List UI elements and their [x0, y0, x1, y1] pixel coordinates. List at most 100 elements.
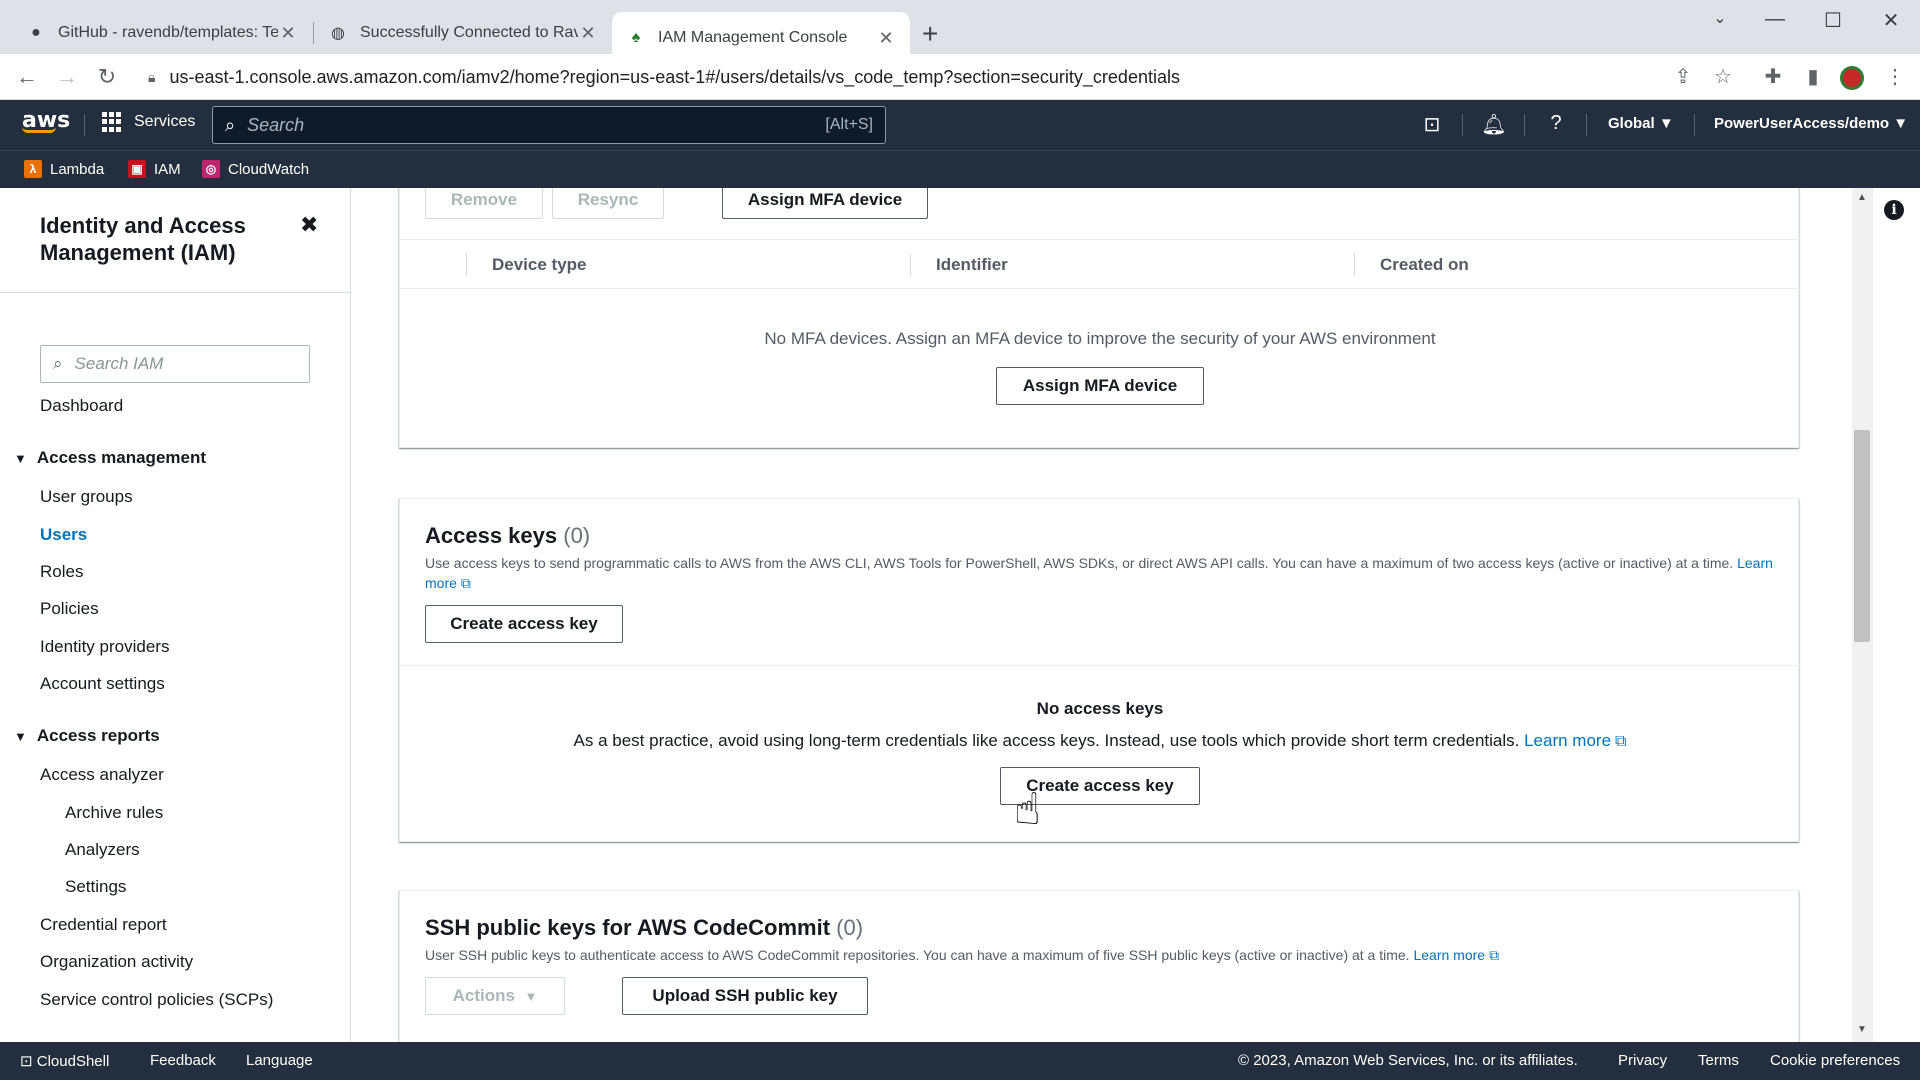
cloudshell-icon[interactable]: ⊡: [1418, 112, 1446, 137]
close-icon[interactable]: ✕: [578, 23, 598, 44]
nav-divider: [84, 114, 85, 136]
access-keys-title: Access keys: [425, 523, 558, 548]
ssh-keys-title: SSH public keys for AWS CodeCommit: [425, 915, 831, 940]
access-keys-panel: Access keys (0) Use access keys to send …: [399, 498, 1800, 842]
side-panel-icon[interactable]: ▮: [1798, 64, 1828, 89]
lock-icon: 🔒︎: [148, 68, 156, 85]
forward-icon[interactable]: →: [52, 64, 82, 90]
column-created-on[interactable]: Created on: [1380, 240, 1469, 290]
account-menu[interactable]: PowerUserAccess/demo ▼: [1714, 115, 1908, 132]
sidebar-section-access-reports[interactable]: ▼ Access reports: [14, 726, 160, 746]
globe-icon: ◍: [331, 25, 345, 42]
sidebar-item-credential-report[interactable]: Credential report: [40, 915, 167, 935]
sidebar-item-organization-activity[interactable]: Organization activity: [40, 952, 193, 972]
close-sidebar-icon[interactable]: ✖: [300, 212, 318, 238]
sidebar-item-scps[interactable]: Service control policies (SCPs): [40, 990, 273, 1010]
reload-icon[interactable]: ↻: [92, 64, 122, 90]
sidebar-item-access-analyzer[interactable]: Access analyzer: [40, 765, 164, 785]
favorite-lambda[interactable]: λ Lambda: [24, 160, 104, 178]
sidebar-section-access-management[interactable]: ▼ Access management: [14, 448, 206, 468]
browser-tab-github[interactable]: ● GitHub - ravendb/templates: Ten ✕: [12, 12, 312, 54]
new-tab-icon[interactable]: +: [922, 18, 938, 50]
footer-privacy[interactable]: Privacy: [1618, 1052, 1667, 1069]
share-icon[interactable]: ⇪: [1668, 64, 1698, 89]
scroll-up-icon[interactable]: ▲: [1854, 192, 1870, 203]
browser-tab-raven[interactable]: ◍ Successfully Connected to Raven ✕: [314, 12, 612, 54]
resync-mfa-button[interactable]: Resync: [552, 188, 664, 219]
caret-down-icon: ▼: [14, 728, 27, 744]
ssh-keys-heading: SSH public keys for AWS CodeCommit (0): [425, 915, 863, 941]
section-label: Access reports: [36, 726, 160, 745]
footer-feedback[interactable]: Feedback: [150, 1052, 216, 1069]
services-menu[interactable]: Services: [102, 112, 195, 132]
sidebar-item-policies[interactable]: Policies: [40, 599, 99, 619]
scroll-down-icon[interactable]: ▼: [1854, 1024, 1870, 1035]
scrollbar-thumb[interactable]: [1854, 430, 1870, 642]
browser-menu-icon[interactable]: ⋮: [1880, 64, 1910, 89]
column-device-type[interactable]: Device type: [492, 240, 587, 290]
footer-cookie-preferences[interactable]: Cookie preferences: [1770, 1052, 1900, 1069]
aws-logo[interactable]: aws: [22, 108, 70, 133]
info-icon[interactable]: i: [1884, 200, 1904, 220]
favorites-bar: λ Lambda ▣ IAM ◎ CloudWatch: [0, 150, 1920, 188]
sidebar-search-placeholder: Search IAM: [74, 354, 164, 373]
sidebar-item-analyzers[interactable]: Analyzers: [65, 840, 140, 860]
close-icon[interactable]: ✕: [876, 28, 896, 49]
help-icon[interactable]: ?: [1542, 112, 1570, 135]
maximize-icon[interactable]: ☐: [1813, 8, 1853, 33]
window-close-icon[interactable]: ✕: [1871, 8, 1911, 33]
sidebar-item-identity-providers[interactable]: Identity providers: [40, 637, 169, 657]
remove-mfa-button[interactable]: Remove: [425, 188, 543, 219]
footer-language[interactable]: Language: [246, 1052, 313, 1069]
sidebar-item-user-groups[interactable]: User groups: [40, 487, 133, 507]
github-icon: ●: [31, 24, 41, 41]
footer-cloudshell[interactable]: ⊡ CloudShell: [20, 1052, 109, 1070]
notifications-bell-icon[interactable]: 🔔︎: [1480, 112, 1508, 137]
extensions-icon[interactable]: ✚: [1758, 64, 1788, 89]
ssh-keys-learn-more-link[interactable]: Learn more: [1413, 947, 1485, 963]
account-label: PowerUserAccess/demo: [1714, 115, 1890, 132]
search-shortcut-hint: [Alt+S]: [825, 116, 873, 133]
aws-footer: ⊡ CloudShell Feedback Language © 2023, A…: [0, 1042, 1920, 1080]
mfa-empty-text: No MFA devices. Assign an MFA device to …: [764, 329, 1436, 348]
search-icon: ⌕: [53, 354, 63, 373]
nav-divider: [1586, 114, 1587, 136]
upload-ssh-key-button[interactable]: Upload SSH public key: [622, 977, 868, 1015]
favorite-cloudwatch[interactable]: ◎ CloudWatch: [202, 160, 309, 178]
aws-logo-text: aws: [22, 108, 71, 133]
sidebar-item-archive-rules[interactable]: Archive rules: [65, 803, 163, 823]
access-keys-description: Use access keys to send programmatic cal…: [425, 553, 1775, 593]
sidebar-search-input[interactable]: ⌕ Search IAM: [40, 345, 310, 383]
close-icon[interactable]: ✕: [278, 23, 298, 44]
sidebar-title: Identity and Access Management (IAM): [40, 213, 246, 265]
profile-avatar[interactable]: [1840, 66, 1864, 90]
no-access-keys-learn-more-link[interactable]: Learn more: [1524, 731, 1611, 750]
favorite-iam[interactable]: ▣ IAM: [128, 160, 181, 178]
caret-down-icon: ▼: [1658, 115, 1674, 132]
sidebar-divider: [0, 292, 351, 293]
region-selector[interactable]: Global ▼: [1608, 115, 1674, 132]
back-icon[interactable]: ←: [12, 64, 42, 90]
sidebar-item-users[interactable]: Users: [40, 525, 87, 545]
footer-copyright: © 2023, Amazon Web Services, Inc. or its…: [1238, 1052, 1578, 1069]
column-identifier[interactable]: Identifier: [936, 240, 1008, 290]
sidebar-item-settings[interactable]: Settings: [65, 877, 126, 897]
sidebar-item-dashboard[interactable]: Dashboard: [40, 396, 123, 416]
help-rail: [1872, 188, 1920, 1042]
bookmark-star-icon[interactable]: ☆: [1708, 64, 1738, 89]
footer-terms[interactable]: Terms: [1698, 1052, 1739, 1069]
url-field[interactable]: 🔒︎ us-east-1.console.aws.amazon.com/iamv…: [148, 61, 1708, 93]
actions-dropdown[interactable]: Actions ▼: [425, 977, 565, 1015]
sidebar-item-account-settings[interactable]: Account settings: [40, 674, 165, 694]
caret-down-icon: ▼: [14, 450, 27, 466]
tab-search-icon[interactable]: ⌄: [1700, 8, 1740, 28]
assign-mfa-empty-button[interactable]: Assign MFA device: [996, 367, 1204, 405]
sidebar-item-roles[interactable]: Roles: [40, 562, 83, 582]
tab-title: GitHub - ravendb/templates: Ten: [58, 24, 278, 41]
minimize-icon[interactable]: —: [1755, 8, 1795, 31]
aws-search-input[interactable]: ⌕ Search [Alt+S]: [212, 106, 886, 144]
create-access-key-button[interactable]: Create access key: [425, 605, 623, 643]
nav-divider: [1462, 114, 1463, 136]
panel-divider: [400, 665, 1800, 666]
assign-mfa-button[interactable]: Assign MFA device: [722, 188, 928, 219]
